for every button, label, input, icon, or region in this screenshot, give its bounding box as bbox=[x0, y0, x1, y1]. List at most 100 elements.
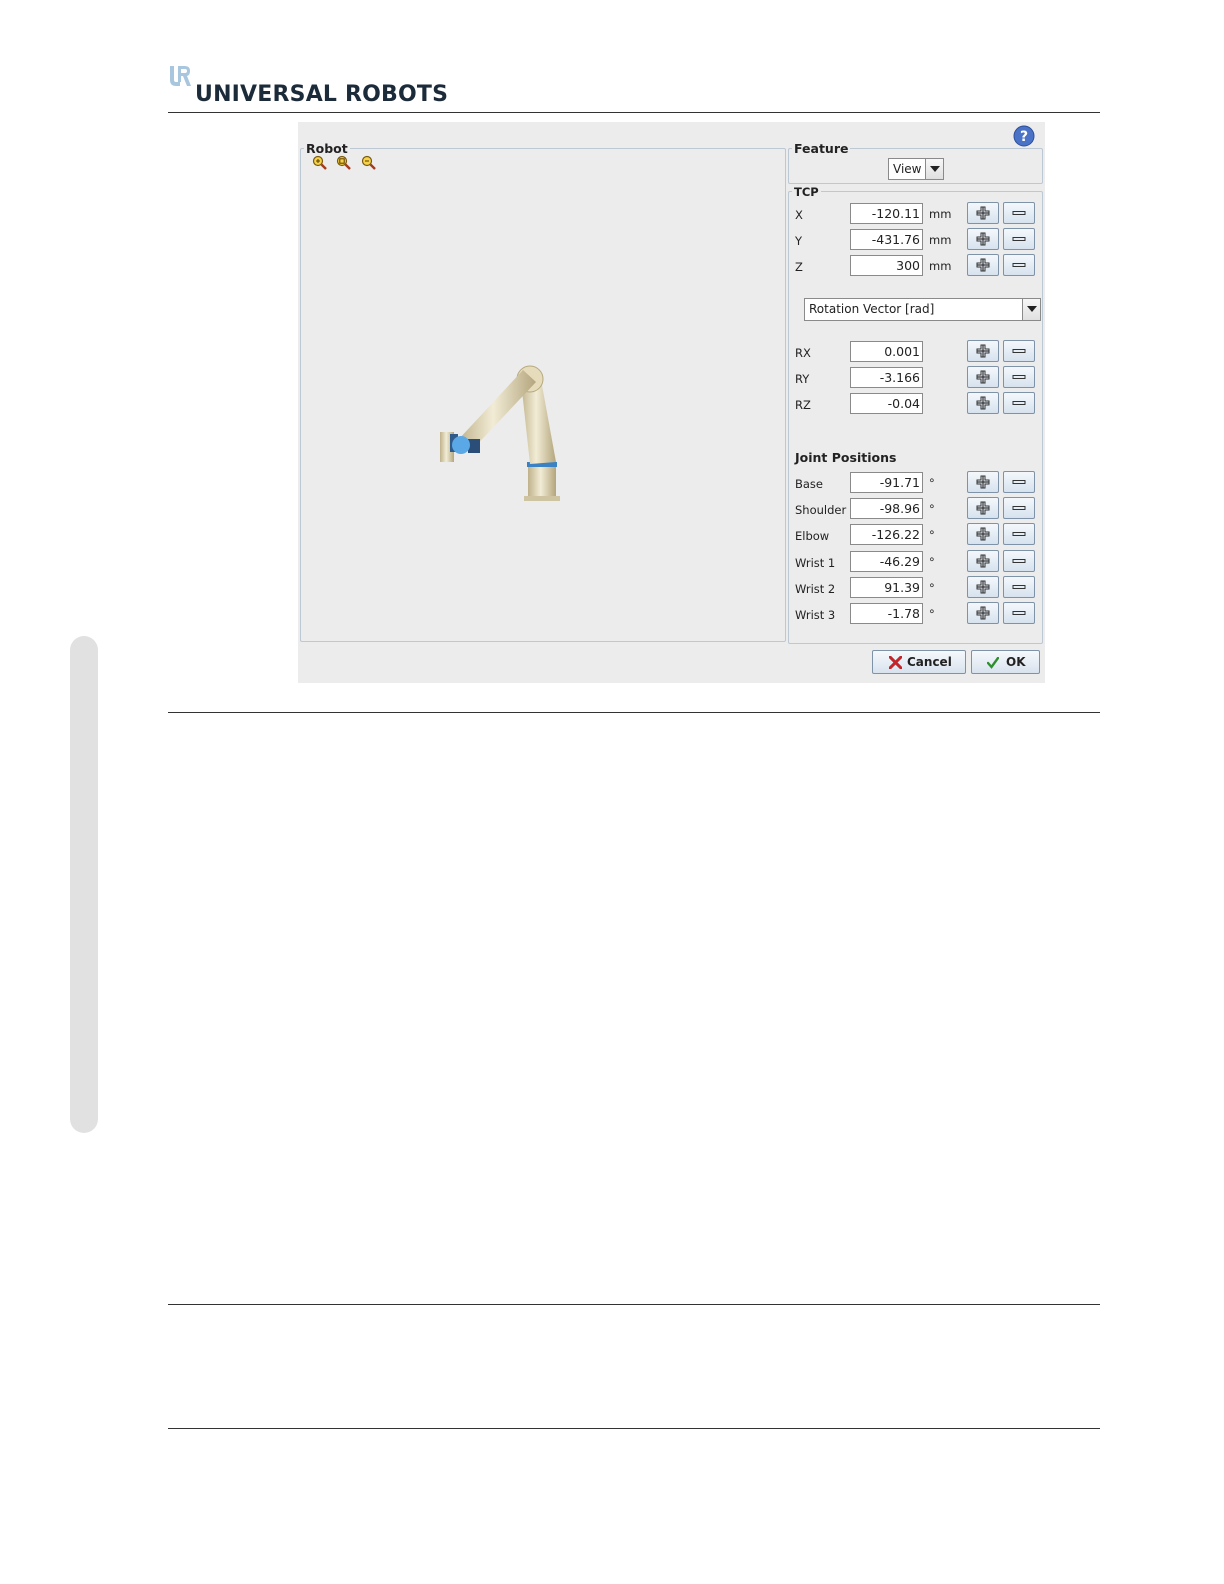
tcp-position-label: Z bbox=[795, 260, 803, 274]
joint-value-field[interactable]: -91.71 bbox=[850, 472, 923, 493]
joint-unit: ° bbox=[929, 476, 935, 490]
joint-decrement-button[interactable] bbox=[1003, 471, 1035, 493]
chevron-down-icon bbox=[925, 159, 943, 179]
joint-value-field[interactable]: -46.29 bbox=[850, 550, 923, 572]
joint-value-field[interactable]: -126.22 bbox=[850, 524, 923, 546]
feature-select[interactable]: View bbox=[888, 158, 944, 180]
minus-icon bbox=[1012, 375, 1026, 379]
plus-icon bbox=[976, 475, 990, 489]
rotation-mode-value: Rotation Vector [rad] bbox=[809, 302, 935, 316]
tcp-rotation-label: RZ bbox=[795, 398, 811, 412]
tcp-rotation-decrement-button[interactable] bbox=[1003, 340, 1035, 362]
minus-icon bbox=[1012, 611, 1026, 615]
joint-label: Base bbox=[795, 477, 824, 491]
help-icon[interactable]: ? bbox=[1013, 125, 1035, 147]
minus-icon bbox=[1012, 349, 1026, 353]
feature-select-value: View bbox=[893, 162, 922, 176]
tcp-position-label: Y bbox=[795, 234, 803, 248]
minus-icon bbox=[1012, 237, 1026, 241]
pose-editor-dialog: ? Robot Feature View TCP X -120.11 mm Y … bbox=[298, 122, 1045, 683]
joint-unit: ° bbox=[929, 528, 935, 543]
joint-unit: ° bbox=[929, 554, 935, 569]
joint-decrement-button[interactable] bbox=[1003, 602, 1035, 624]
brand-name: UNIVERSAL ROBOTS bbox=[195, 82, 449, 107]
tcp-position-unit: mm bbox=[929, 259, 952, 273]
tcp-rotation-increment-button[interactable] bbox=[967, 366, 999, 388]
tcp-rotation-increment-button[interactable] bbox=[967, 392, 999, 414]
tcp-position-decrement-button[interactable] bbox=[1003, 228, 1035, 250]
robot-3d-view[interactable] bbox=[428, 362, 568, 507]
joint-unit: ° bbox=[929, 607, 935, 621]
tcp-position-unit: mm bbox=[929, 233, 952, 247]
minus-icon bbox=[1012, 401, 1026, 405]
joint-decrement-button[interactable] bbox=[1003, 575, 1035, 598]
header-divider bbox=[168, 112, 1100, 113]
tcp-rotation-decrement-button[interactable] bbox=[1003, 392, 1035, 414]
joint-value-field[interactable]: -1.78 bbox=[850, 603, 923, 624]
plus-icon bbox=[976, 232, 990, 246]
joint-increment-button[interactable] bbox=[967, 471, 999, 493]
plus-icon bbox=[976, 501, 990, 515]
joint-increment-button[interactable] bbox=[967, 497, 999, 520]
cancel-button-label: Cancel bbox=[907, 655, 952, 669]
tcp-position-increment-button[interactable] bbox=[967, 202, 999, 224]
joint-increment-button[interactable] bbox=[967, 549, 999, 572]
plus-icon bbox=[976, 580, 990, 594]
plus-icon bbox=[976, 206, 990, 220]
joint-value-field[interactable]: -98.96 bbox=[850, 498, 923, 520]
plus-icon bbox=[976, 370, 990, 384]
minus-icon bbox=[1012, 211, 1026, 215]
tcp-rotation-increment-button[interactable] bbox=[967, 340, 999, 362]
plus-icon bbox=[976, 344, 990, 358]
minus-icon bbox=[1012, 263, 1026, 267]
tcp-rotation-value-field[interactable]: -0.04 bbox=[850, 393, 923, 414]
tcp-position-increment-button[interactable] bbox=[967, 228, 999, 250]
tcp-position-decrement-button[interactable] bbox=[1003, 202, 1035, 224]
minus-icon bbox=[1012, 558, 1026, 563]
tcp-position-unit: mm bbox=[929, 207, 952, 221]
tcp-rotation-label: RX bbox=[795, 346, 811, 360]
check-icon bbox=[986, 656, 1000, 672]
svg-text:?: ? bbox=[1020, 129, 1028, 145]
tcp-position-value-field[interactable]: -431.76 bbox=[850, 229, 923, 250]
rotation-mode-select[interactable]: Rotation Vector [rad] bbox=[804, 298, 1041, 321]
section-divider bbox=[168, 1304, 1100, 1305]
zoom-out-icon[interactable] bbox=[361, 155, 377, 171]
joint-decrement-button[interactable] bbox=[1003, 549, 1035, 572]
tcp-rotation-value-field[interactable]: -3.166 bbox=[850, 367, 923, 388]
zoom-fit-icon[interactable] bbox=[336, 155, 352, 171]
tcp-rotation-value-field[interactable]: 0.001 bbox=[850, 341, 923, 362]
joint-label: Shoulder bbox=[795, 503, 847, 518]
joint-increment-button[interactable] bbox=[967, 602, 999, 624]
plus-icon bbox=[976, 527, 990, 541]
joint-value-field[interactable]: 91.39 bbox=[850, 576, 923, 598]
minus-icon bbox=[1012, 532, 1026, 537]
cancel-button[interactable]: Cancel bbox=[872, 650, 966, 674]
tcp-position-value-field[interactable]: 300 bbox=[850, 255, 923, 276]
universal-robots-logo-icon bbox=[168, 64, 192, 88]
joint-increment-button[interactable] bbox=[967, 523, 999, 546]
joint-decrement-button[interactable] bbox=[1003, 497, 1035, 520]
side-tab bbox=[70, 636, 98, 1133]
cross-icon bbox=[888, 655, 903, 672]
plus-icon bbox=[976, 554, 990, 568]
tcp-position-value-field[interactable]: -120.11 bbox=[850, 203, 923, 224]
ok-button[interactable]: OK bbox=[971, 650, 1040, 674]
tcp-rotation-decrement-button[interactable] bbox=[1003, 366, 1035, 388]
tcp-position-increment-button[interactable] bbox=[967, 254, 999, 276]
ok-button-label: OK bbox=[1006, 655, 1026, 669]
robot-panel-title: Robot bbox=[304, 141, 350, 156]
chevron-down-icon bbox=[1022, 299, 1040, 320]
joint-decrement-button[interactable] bbox=[1003, 523, 1035, 546]
joint-unit: ° bbox=[929, 502, 935, 517]
tcp-position-label: X bbox=[795, 208, 803, 222]
joint-unit: ° bbox=[929, 580, 935, 595]
footer-divider bbox=[168, 1428, 1100, 1429]
plus-icon bbox=[976, 606, 990, 620]
joint-increment-button[interactable] bbox=[967, 575, 999, 598]
zoom-in-icon[interactable] bbox=[312, 155, 328, 171]
joint-label: Wrist 1 bbox=[795, 555, 836, 570]
tcp-position-decrement-button[interactable] bbox=[1003, 254, 1035, 276]
section-divider bbox=[168, 712, 1100, 713]
joint-positions-title: Joint Positions bbox=[795, 450, 897, 465]
